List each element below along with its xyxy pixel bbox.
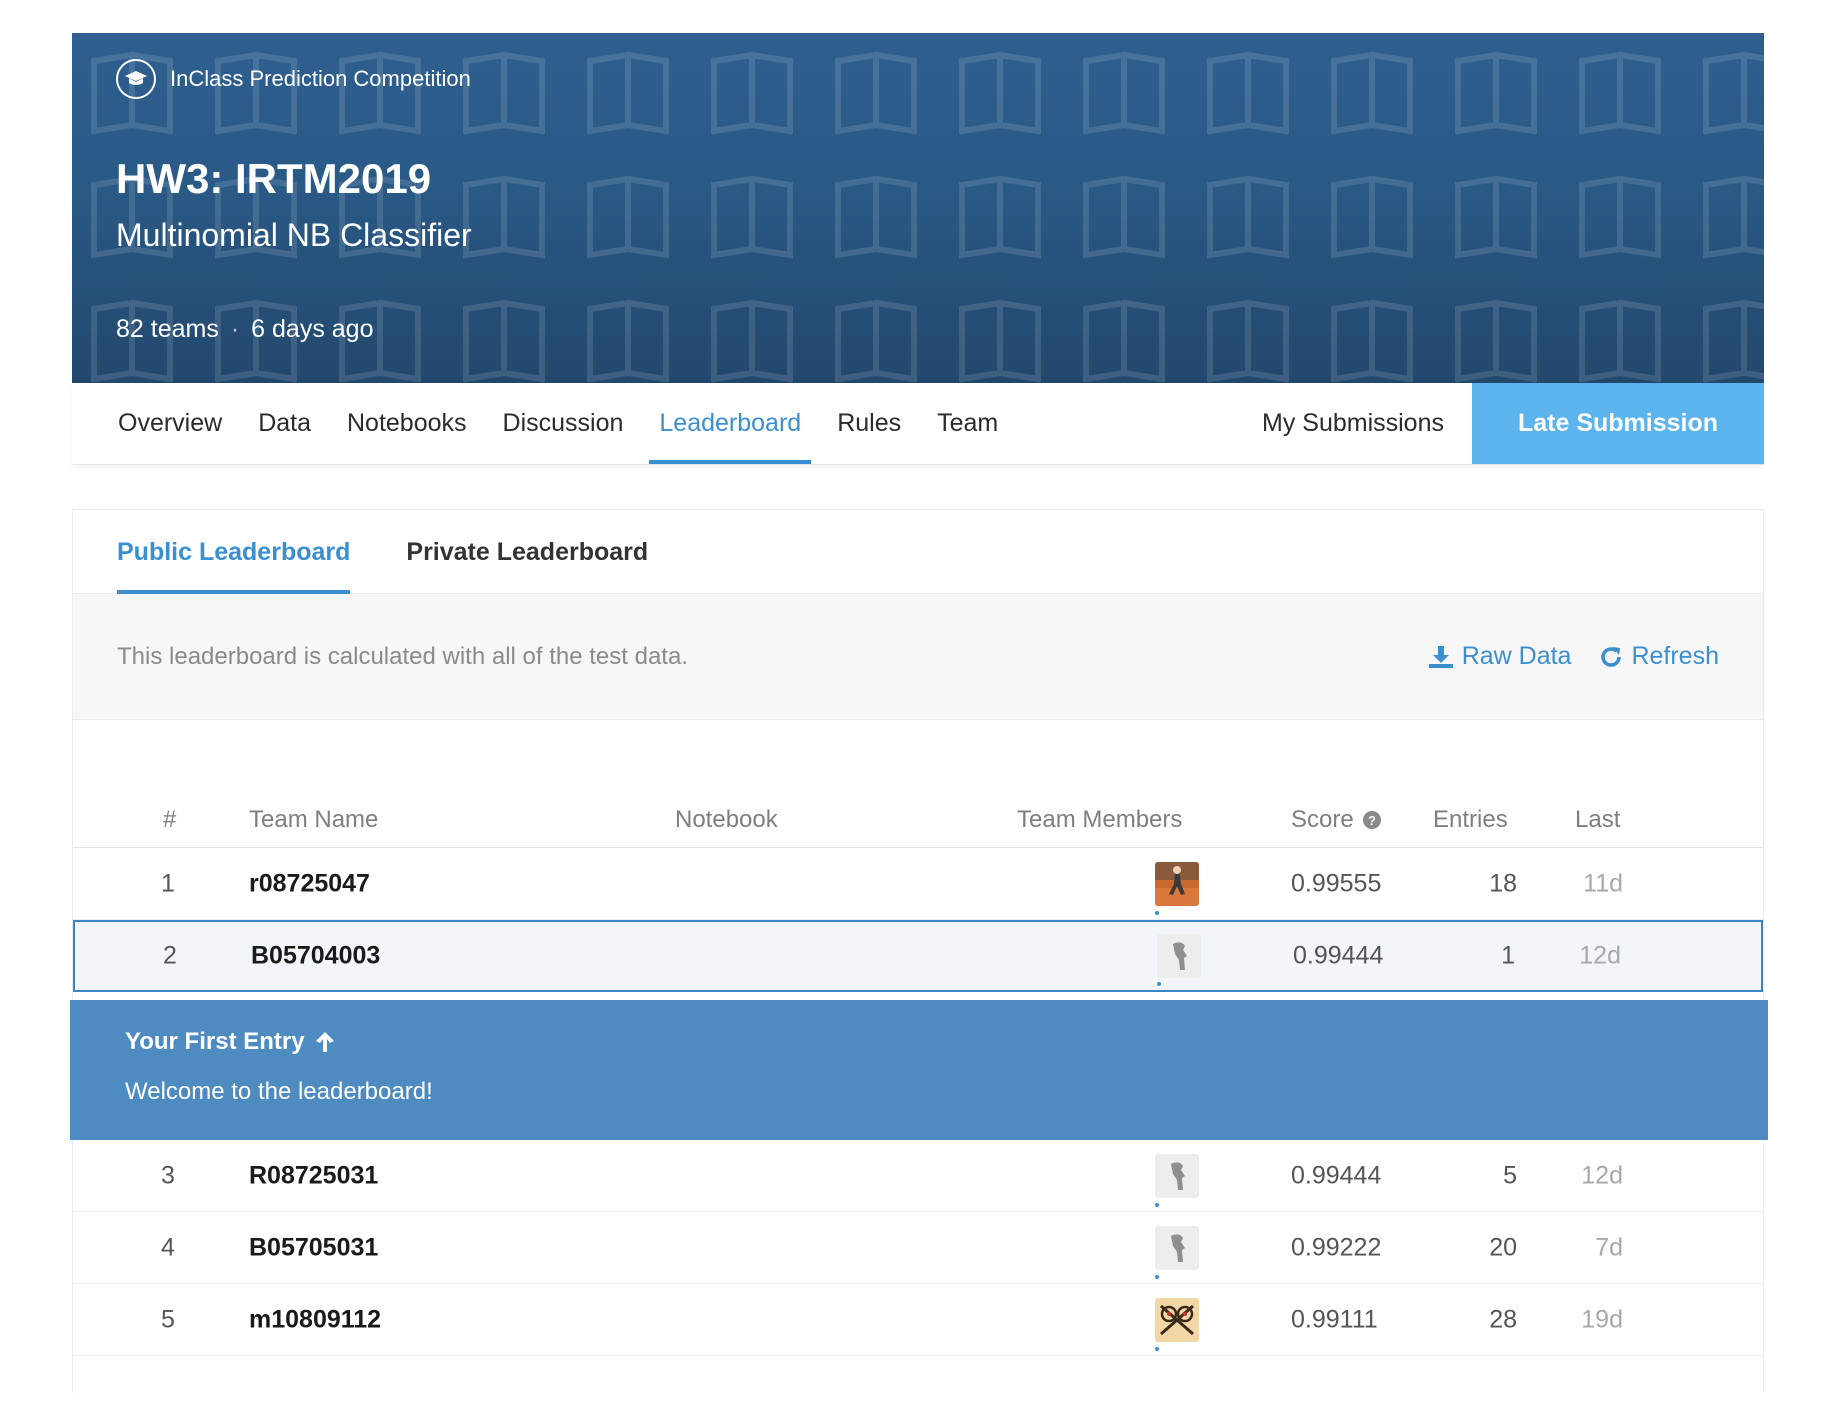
refresh-button[interactable]: Refresh — [1599, 642, 1719, 671]
competition-meta: 82 teams · 6 days ago — [116, 315, 374, 344]
tab-team[interactable]: Team — [919, 383, 1016, 464]
row-score: 0.99555 — [1291, 869, 1382, 897]
tab-rules[interactable]: Rules — [819, 383, 919, 464]
row-team-name[interactable]: B05705031 — [249, 1233, 378, 1262]
arrow-up-icon — [315, 1032, 334, 1052]
avatar-status-dot — [1155, 1203, 1159, 1207]
first-entry-banner: Your First Entry Welcome to the leaderbo… — [70, 1000, 1768, 1140]
column-entries[interactable]: Entries — [1433, 806, 1508, 834]
nav-actions: My Submissions Late Submission — [1234, 383, 1764, 464]
competition-age: 6 days ago — [251, 315, 374, 343]
refresh-label: Refresh — [1631, 642, 1719, 670]
competition-type-label: InClass Prediction Competition — [170, 66, 471, 91]
tab-discussion[interactable]: Discussion — [485, 383, 642, 464]
meta-separator: · — [230, 315, 240, 343]
leaderboard-actions: Raw Data Refresh — [1428, 642, 1719, 671]
table-row[interactable]: 3 R08725031 0.99444 5 12d — [73, 1140, 1763, 1212]
row-entries: 18 — [1489, 869, 1517, 897]
column-team-name[interactable]: Team Name — [249, 806, 378, 834]
row-rank: 3 — [161, 1161, 175, 1189]
row-entries: 1 — [1501, 941, 1515, 970]
column-notebook: Notebook — [675, 806, 778, 833]
table-row[interactable]: 5 m10809112 0.99111 28 19d — [73, 1284, 1763, 1356]
row-score: 0.99444 — [1293, 941, 1384, 970]
competition-header: InClass Prediction Competition HW3: IRTM… — [72, 33, 1764, 383]
tab-public-leaderboard[interactable]: Public Leaderboard — [117, 538, 351, 594]
default-avatar[interactable] — [1155, 1153, 1199, 1198]
banner-title: Your First Entry — [125, 1028, 1768, 1056]
row-team-name[interactable]: m10809112 — [249, 1305, 381, 1334]
row-last: 19d — [1581, 1305, 1623, 1333]
download-icon — [1428, 645, 1453, 668]
tab-private-leaderboard[interactable]: Private Leaderboard — [406, 538, 648, 593]
row-last: 12d — [1581, 1161, 1623, 1189]
competition-subtitle: Multinomial NB Classifier — [116, 217, 472, 253]
my-submissions-link[interactable]: My Submissions — [1234, 409, 1472, 438]
row-score: 0.99111 — [1291, 1305, 1378, 1333]
default-avatar[interactable] — [1155, 1225, 1199, 1270]
row-entries: 20 — [1489, 1233, 1517, 1261]
competition-page: InClass Prediction Competition HW3: IRTM… — [70, 33, 1768, 1393]
row-rank: 2 — [163, 941, 177, 970]
graduation-cap-icon — [116, 59, 156, 99]
raw-data-label: Raw Data — [1461, 642, 1572, 670]
tab-overview[interactable]: Overview — [100, 383, 240, 464]
avatar-status-dot — [1155, 1347, 1159, 1351]
avatar-status-dot — [1155, 1275, 1159, 1279]
row-score: 0.99444 — [1291, 1161, 1382, 1189]
tab-data[interactable]: Data — [240, 383, 329, 464]
row-rank: 5 — [161, 1305, 175, 1333]
competition-type-badge: InClass Prediction Competition — [116, 59, 471, 99]
row-team-name[interactable]: r08725047 — [249, 869, 370, 898]
default-avatar[interactable] — [1157, 934, 1201, 978]
column-last[interactable]: Last — [1575, 806, 1620, 834]
tab-notebooks[interactable]: Notebooks — [329, 383, 485, 464]
leaderboard-info-bar: This leaderboard is calculated with all … — [73, 594, 1763, 720]
avatar-status-dot — [1157, 982, 1161, 986]
column-score-label: Score — [1291, 806, 1354, 833]
row-last: 7d — [1595, 1233, 1623, 1261]
row-last: 11d — [1583, 869, 1623, 897]
photo-avatar[interactable] — [1155, 861, 1199, 906]
competition-nav: Overview Data Notebooks Discussion Leade… — [72, 383, 1764, 465]
column-score[interactable]: Score ? — [1291, 806, 1382, 834]
late-submission-button[interactable]: Late Submission — [1472, 383, 1764, 464]
leaderboard-tabs: Public Leaderboard Private Leaderboard — [73, 510, 1763, 594]
row-rank: 4 — [161, 1233, 175, 1261]
help-icon[interactable]: ? — [1362, 810, 1382, 830]
leaderboard-card: Public Leaderboard Private Leaderboard T… — [70, 509, 1768, 1393]
row-entries: 28 — [1489, 1305, 1517, 1333]
drawn-avatar[interactable] — [1155, 1297, 1199, 1342]
column-rank: # — [163, 806, 177, 833]
leaderboard-table-header: # Team Name Notebook Team Members Score … — [73, 792, 1763, 848]
row-entries: 5 — [1503, 1161, 1517, 1189]
banner-message: Welcome to the leaderboard! — [125, 1078, 433, 1105]
banner-title-text: Your First Entry — [125, 1028, 305, 1055]
row-last: 12d — [1579, 941, 1621, 970]
avatar-status-dot — [1155, 911, 1159, 915]
row-rank: 1 — [161, 869, 175, 897]
refresh-icon — [1601, 646, 1622, 667]
tab-leaderboard[interactable]: Leaderboard — [641, 383, 819, 464]
leaderboard-description: This leaderboard is calculated with all … — [117, 642, 688, 670]
table-row-current-user[interactable]: 2 B05704003 0.99444 1 12d — [73, 920, 1763, 992]
team-count: 82 teams — [116, 315, 219, 343]
row-score: 0.99222 — [1291, 1233, 1382, 1261]
nav-tabs: Overview Data Notebooks Discussion Leade… — [100, 383, 1016, 464]
svg-text:?: ? — [1368, 813, 1376, 828]
competition-title: HW3: IRTM2019 — [116, 155, 432, 202]
row-team-name[interactable]: B05704003 — [251, 942, 380, 971]
table-row[interactable]: 1 r08725047 0.99555 18 11d — [73, 848, 1763, 920]
table-row[interactable]: 4 B05705031 0.99222 20 7d — [73, 1212, 1763, 1284]
column-team-members: Team Members — [1017, 806, 1183, 833]
row-team-name[interactable]: R08725031 — [249, 1161, 378, 1190]
raw-data-button[interactable]: Raw Data — [1428, 642, 1572, 671]
